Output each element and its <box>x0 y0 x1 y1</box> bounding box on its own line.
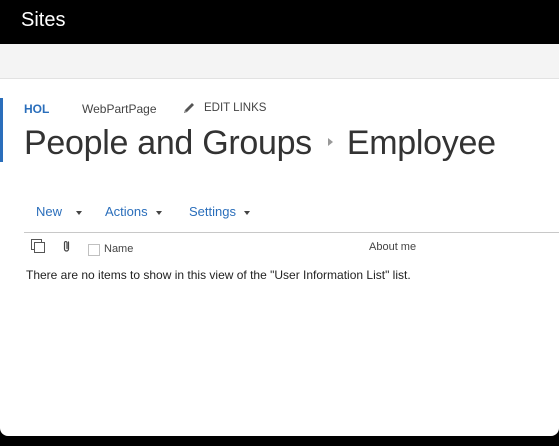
chevron-down-icon <box>155 210 162 215</box>
nav-accent-bar <box>0 98 3 162</box>
breadcrumb-parent[interactable]: People and Groups <box>24 124 312 162</box>
pencil-icon <box>184 103 194 113</box>
ribbon-bar <box>0 44 559 79</box>
document-type-icon[interactable] <box>30 238 48 256</box>
empty-list-message: There are no items to show in this view … <box>26 268 411 282</box>
chevron-down-icon <box>76 210 83 215</box>
toolbar-divider <box>24 232 559 233</box>
column-header-name[interactable]: Name <box>104 243 133 255</box>
suite-bar-title[interactable]: Sites <box>21 7 65 33</box>
select-all-checkbox[interactable] <box>88 244 100 256</box>
suite-bar: Sites <box>0 0 559 44</box>
chevron-down-icon <box>243 210 250 215</box>
actions-menu-button[interactable]: Actions <box>105 204 162 219</box>
breadcrumb-separator-icon <box>327 138 333 147</box>
settings-menu-button[interactable]: Settings <box>189 204 250 219</box>
nav-item-hol[interactable]: HOL <box>24 102 49 116</box>
page-title: People and Groups Employee <box>24 124 496 163</box>
actions-menu-label: Actions <box>105 204 148 219</box>
list-header-row: Name About me <box>24 238 559 260</box>
column-header-about-me[interactable]: About me <box>369 241 416 253</box>
new-menu-button[interactable]: New <box>36 204 83 219</box>
new-menu-label: New <box>36 204 63 219</box>
attachment-icon[interactable] <box>62 239 72 253</box>
settings-menu-label: Settings <box>189 204 236 219</box>
breadcrumb-current: Employee <box>346 124 496 162</box>
nav-item-webpartpage[interactable]: WebPartPage <box>82 102 157 116</box>
edit-links-label: EDIT LINKS <box>204 102 267 114</box>
page-content: HOL WebPartPage EDIT LINKS People and Gr… <box>0 44 559 436</box>
